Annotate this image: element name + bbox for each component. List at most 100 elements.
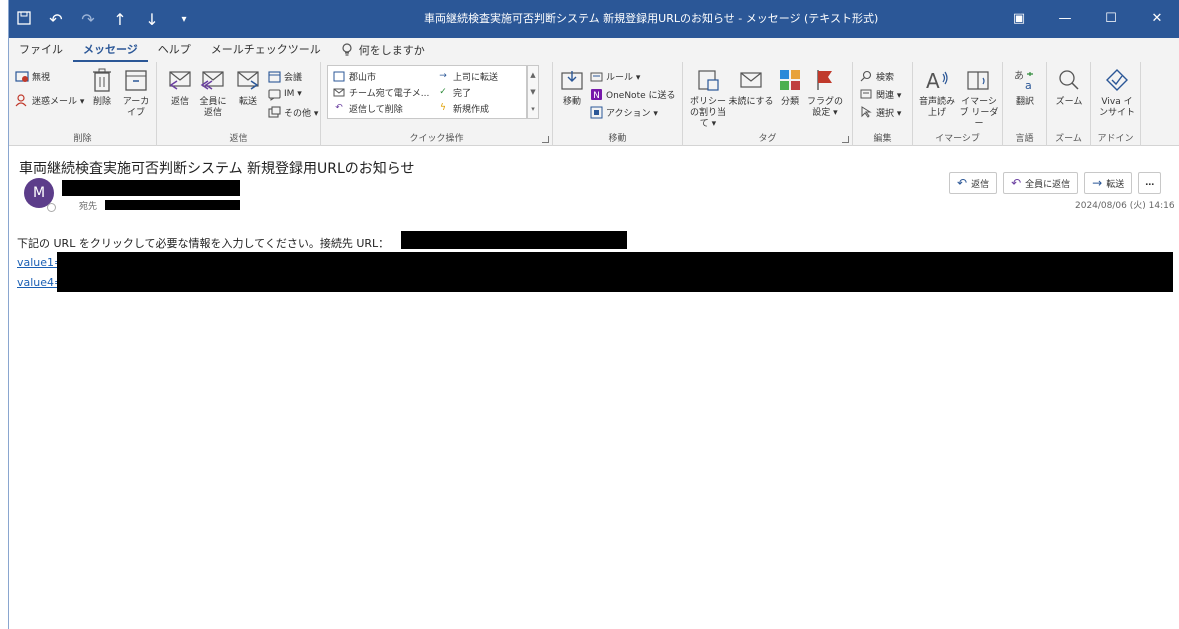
delete-group: 無視 迷惑メール ▾ 削除 アーカイブ 削除 [9, 62, 157, 146]
redo-icon[interactable]: ↷ [79, 10, 97, 29]
tab-message[interactable]: メッセージ [73, 38, 148, 62]
reply-all-message-button[interactable]: ↶ 全員に返信 [1003, 172, 1079, 194]
addin-group: Viva インサイト アドイン [1091, 62, 1141, 146]
editing-group-label: 編集 [873, 134, 892, 144]
ribbon: 無視 迷惑メール ▾ 削除 アーカイブ 削除 返信 全員に返信 転送 会議 IM… [9, 62, 1179, 146]
tab-help[interactable]: ヘルプ [148, 38, 201, 62]
onenote-icon: N [589, 87, 603, 101]
window-title: 車両継続検査実施可否判断システム 新規登録用URLのお知らせ - メッセージ (… [424, 12, 879, 25]
ribbon-tabs: ファイル メッセージ ヘルプ メールチェックツール 何をしますか [9, 38, 1179, 62]
categorize-icon [776, 66, 804, 94]
addin-group-label: アドイン [1097, 134, 1134, 144]
meeting-button[interactable]: 会議 [267, 68, 302, 84]
reply-message-button[interactable]: ↶ 返信 [949, 172, 998, 194]
quick-step-reply-delete[interactable]: ↶ 返信して削除 [332, 100, 403, 116]
mark-unread-button[interactable]: 未読にする [728, 66, 774, 108]
respond-group: 返信 全員に返信 転送 会議 IM ▾ その他 ▾ 返信 [157, 62, 321, 146]
categorize-button[interactable]: 分類 [777, 66, 803, 108]
assign-policy-button[interactable]: ポリシーの割り当て ▾ [687, 66, 729, 130]
related-button[interactable]: 関連 ▾ [859, 86, 901, 102]
tab-file[interactable]: ファイル [9, 38, 73, 62]
envelope-icon [737, 66, 765, 94]
immersive-reader-icon [965, 66, 993, 94]
ignore-icon [15, 69, 29, 83]
magnifier-icon [1055, 66, 1083, 94]
checkmark-icon: ✓ [439, 87, 447, 97]
language-group-label: 言語 [1015, 134, 1034, 144]
scroll-down-icon[interactable]: ▼ [530, 88, 535, 96]
policy-icon [694, 66, 722, 94]
up-arrow-icon[interactable]: ↑ [111, 10, 129, 29]
im-icon [267, 87, 281, 101]
svg-text:あ: あ [1014, 70, 1024, 82]
ribbon-display-icon[interactable]: ▣ [996, 0, 1042, 38]
delete-button[interactable]: 削除 [87, 66, 117, 108]
im-button[interactable]: IM ▾ [267, 86, 302, 102]
trash-icon [88, 66, 116, 94]
zoom-group: ズーム ズーム [1047, 62, 1091, 146]
tell-me-label: 何をしますか [358, 44, 425, 57]
down-arrow-icon[interactable]: ↓ [143, 10, 161, 29]
select-button[interactable]: 選択 ▾ [859, 104, 901, 120]
read-aloud-button[interactable]: A 音声読み上げ [917, 66, 957, 119]
quick-step-koriyama[interactable]: 郡山市 [332, 68, 376, 84]
more-actions-button[interactable]: … [1138, 172, 1162, 194]
redacted-recipient [105, 200, 240, 210]
save-icon[interactable] [15, 10, 33, 29]
customize-icon[interactable]: ▾ [175, 14, 193, 25]
tags-launcher-icon[interactable] [842, 136, 849, 143]
flag-icon [811, 66, 839, 94]
quick-step-done[interactable]: ✓ 完了 [436, 84, 471, 100]
editing-group: 検索 関連 ▾ 選択 ▾ 編集 [853, 62, 913, 146]
quick-step-to-manager[interactable]: → 上司に転送 [436, 68, 498, 84]
close-button[interactable]: ✕ [1134, 0, 1179, 38]
reply-all-arrow-icon: ↶ [1011, 176, 1022, 190]
quick-steps-launcher-icon[interactable] [542, 136, 549, 143]
reply-button[interactable]: 返信 [165, 66, 195, 108]
message-subject: 車両継続検査実施可否判断システム 新規登録用URLのお知らせ [19, 161, 415, 177]
archive-icon [122, 66, 150, 94]
expand-gallery-icon[interactable]: ▾ [531, 105, 535, 113]
rules-icon [589, 69, 603, 83]
find-button[interactable]: 検索 [859, 68, 894, 84]
lightbulb-icon [341, 43, 353, 57]
quick-step-create-new[interactable]: ϟ 新規作成 [436, 100, 489, 116]
junk-button[interactable]: 迷惑メール ▾ [15, 92, 84, 108]
ignore-button[interactable]: 無視 [15, 68, 50, 84]
reply-all-button[interactable]: 全員に返信 [197, 66, 229, 119]
tab-mail-check-tool[interactable]: メールチェックツール [201, 38, 331, 62]
forward-button[interactable]: 転送 [233, 66, 263, 108]
onenote-button[interactable]: N OneNote に送る [589, 86, 676, 102]
actions-button[interactable]: アクション ▾ [589, 104, 658, 120]
move-group-label: 移動 [608, 134, 627, 144]
undo-icon[interactable]: ↶ [47, 10, 65, 29]
viva-insights-button[interactable]: Viva インサイト [1097, 66, 1137, 119]
scroll-up-icon[interactable]: ▲ [530, 71, 535, 79]
tell-me-search[interactable]: 何をしますか [331, 42, 425, 58]
related-icon [859, 87, 873, 101]
minimize-button[interactable]: — [1042, 0, 1088, 38]
immersive-reader-button[interactable]: イマーシブ リーダー [959, 66, 999, 130]
zoom-button[interactable]: ズーム [1053, 66, 1085, 108]
move-group: 移動 ルール ▾ N OneNote に送る アクション ▾ 移動 [553, 62, 683, 146]
move-button[interactable]: 移動 [559, 66, 585, 108]
body-text: 下記の URL をクリックして必要な情報を入力してください。接続先 URL： [17, 237, 390, 250]
message-actions: ↶ 返信 ↶ 全員に返信 → 転送 … [949, 172, 1162, 194]
reply-all-envelope-icon [199, 66, 227, 94]
quick-steps-scroll[interactable]: ▲ ▼ ▾ [527, 65, 539, 119]
quick-step-team-email[interactable]: チーム宛て電子メ... [332, 84, 429, 100]
svg-text:N: N [593, 91, 600, 101]
forward-message-button[interactable]: → 転送 [1084, 172, 1133, 194]
sent-date: 2024/08/06 (火) 14:16 [1075, 201, 1175, 211]
archive-button[interactable]: アーカイブ [121, 66, 151, 119]
avatar-initial: M [32, 185, 46, 201]
translate-button[interactable]: あa 翻訳 [1009, 66, 1041, 108]
reply-arrow-icon: ↶ [957, 176, 968, 190]
maximize-button[interactable]: ☐ [1088, 0, 1134, 38]
language-group: あa 翻訳 言語 [1003, 62, 1047, 146]
rules-button[interactable]: ルール ▾ [589, 68, 640, 84]
respond-group-label: 返信 [229, 134, 248, 144]
reply-arrow-icon: ↶ [335, 103, 343, 113]
more-respond-button[interactable]: その他 ▾ [267, 104, 318, 120]
follow-up-button[interactable]: フラグの設定 ▾ [805, 66, 845, 119]
